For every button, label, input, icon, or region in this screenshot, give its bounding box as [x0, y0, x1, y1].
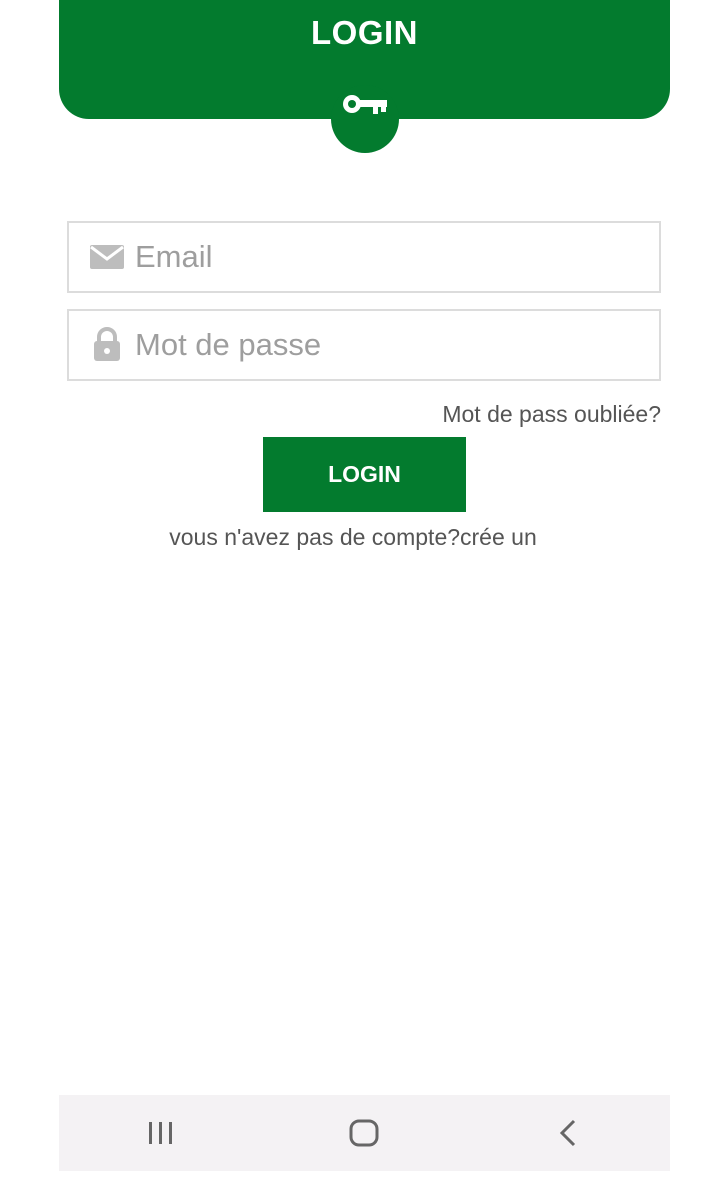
key-icon — [343, 95, 387, 114]
recent-apps-button[interactable] — [121, 1103, 201, 1163]
lock-icon — [87, 325, 127, 365]
password-input[interactable] — [135, 327, 635, 363]
system-nav-bar — [59, 1095, 670, 1171]
home-icon — [349, 1119, 379, 1147]
page-title: LOGIN — [311, 14, 418, 51]
login-screen: LOGIN Mot de pass oubliée? — [0, 0, 706, 1181]
key-badge — [331, 85, 399, 153]
signup-link[interactable]: vous n'avez pas de compte?crée un — [0, 524, 706, 551]
forgot-password-link[interactable]: Mot de pass oubliée? — [442, 401, 661, 428]
recent-apps-icon — [148, 1122, 172, 1144]
back-button[interactable] — [528, 1103, 608, 1163]
login-button[interactable]: LOGIN — [263, 437, 466, 512]
mail-icon — [87, 237, 127, 277]
home-button[interactable] — [324, 1103, 404, 1163]
back-icon — [560, 1119, 576, 1147]
password-field[interactable] — [67, 309, 661, 381]
email-field[interactable] — [67, 221, 661, 293]
email-input[interactable] — [135, 239, 635, 275]
